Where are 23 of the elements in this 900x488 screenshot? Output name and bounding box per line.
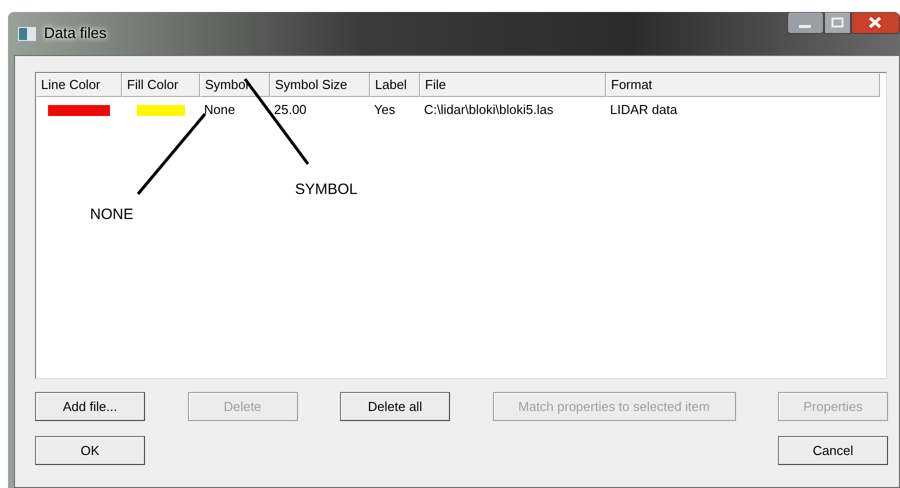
table-cell-text: C:\lidar\bloki\bloki5.las [423,101,554,119]
add-file-button[interactable]: Add file... [35,392,145,421]
column-header[interactable]: Label [370,73,420,97]
window-title: Data files [44,25,107,42]
column-header[interactable]: Fill Color [122,73,200,97]
delete-all-button[interactable]: Delete all [340,392,450,421]
column-header[interactable]: Symbol [200,73,270,97]
ok-button[interactable]: OK [35,436,145,465]
cancel-button[interactable]: Cancel [778,436,888,465]
column-header[interactable]: Symbol Size [270,73,370,97]
annotation-label: SYMBOL [295,181,358,198]
table-cell-text: 25.00 [273,101,308,119]
annotation-label: NONE [90,206,134,223]
table-cell-text: None [203,101,236,119]
table-cell-text: Yes [373,101,396,119]
maximize-button[interactable] [824,12,851,34]
column-header[interactable]: File [420,73,606,97]
table-cell-text: LIDAR data [609,101,678,119]
close-button[interactable] [851,12,900,34]
minimize-button[interactable] [787,12,824,34]
app-icon [18,26,36,40]
column-header[interactable]: Format [606,73,880,97]
column-header[interactable]: Line Color [36,73,122,97]
